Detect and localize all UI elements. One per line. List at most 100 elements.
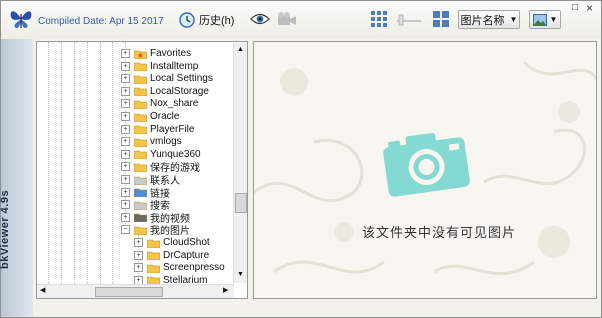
tree-item[interactable]: + PlayerFile <box>121 123 194 136</box>
sort-label: 图片名称 <box>460 14 505 27</box>
tree-vertical-scrollbar[interactable]: ▲ ▼ <box>233 43 247 283</box>
links-icon <box>134 188 147 198</box>
scroll-left-icon[interactable]: ◀ <box>40 286 45 294</box>
expand-icon[interactable]: + <box>121 200 130 210</box>
folder-icon <box>134 125 147 135</box>
tree-item[interactable]: + Favorites <box>121 47 191 60</box>
expand-icon[interactable]: + <box>121 212 130 222</box>
folder-tree[interactable]: + Favorites + Installtemp + Local Settings + Lo… <box>36 41 248 299</box>
camera-icon <box>383 132 470 197</box>
folder-icon <box>147 251 160 261</box>
tree-item[interactable]: − 我的图片 <box>121 223 190 237</box>
expand-icon[interactable]: + <box>121 187 130 197</box>
pictures-folder-icon <box>134 226 147 235</box>
expand-icon[interactable]: + <box>121 112 130 121</box>
view-mode-dropdown[interactable]: ▼ <box>529 10 561 29</box>
tree-item[interactable]: + Oracle <box>121 110 179 123</box>
tree-guide-line <box>87 42 88 286</box>
expand-icon[interactable]: + <box>121 74 130 84</box>
slideshow-eye-icon[interactable] <box>250 11 270 27</box>
saved-games-icon <box>134 163 147 172</box>
tree-item-label: CloudShot <box>163 237 210 248</box>
scroll-thumb[interactable] <box>95 287 163 297</box>
tree-item-label: DrCapture <box>163 249 210 261</box>
collapse-icon[interactable]: − <box>121 225 130 235</box>
tree-guide-line <box>112 42 113 286</box>
expand-icon[interactable]: + <box>134 238 143 247</box>
folder-icon <box>134 113 147 122</box>
sort-by-dropdown[interactable]: 图片名称 ▼ <box>458 10 520 29</box>
tree-item-label: Oracle <box>150 111 180 122</box>
favorites-folder-icon <box>134 50 147 59</box>
chevron-down-icon: ▼ <box>549 15 558 24</box>
contacts-icon <box>134 176 147 185</box>
chevron-down-icon: ▼ <box>509 15 518 24</box>
folder-icon <box>134 87 147 97</box>
compiled-date: Compiled Date: Apr 15 2017 <box>38 16 164 27</box>
tree-horizontal-scrollbar[interactable]: ◀ ▶ <box>37 284 234 298</box>
tree-guide-line <box>48 42 49 286</box>
video-camera-icon[interactable] <box>277 11 297 27</box>
folder-icon <box>134 62 147 72</box>
history-label: 历史(h) <box>199 15 235 27</box>
folder-icon <box>134 100 147 109</box>
tree-item-label: Installtemp <box>150 60 199 72</box>
folder-icon <box>134 138 147 147</box>
tree-guide-line <box>100 42 101 286</box>
expand-icon[interactable]: + <box>121 124 130 134</box>
version-sidebar: bkViewer 4.9s <box>0 39 33 317</box>
tree-item-label: Yunque360 <box>150 148 201 160</box>
expand-icon[interactable]: + <box>121 149 130 159</box>
tree-guide-line <box>74 42 75 286</box>
expand-icon[interactable]: + <box>134 250 143 260</box>
folder-icon <box>147 239 160 248</box>
tree-item[interactable]: + LocalStorage <box>121 85 209 98</box>
history-button[interactable]: 历史(h) <box>179 11 234 29</box>
scroll-down-icon[interactable]: ▼ <box>237 271 244 278</box>
tree-item[interactable]: + Nox_share <box>121 97 198 110</box>
folder-icon <box>134 150 147 160</box>
tree-item[interactable]: + Screenpresso <box>134 261 225 274</box>
tree-item-label: vmlogs <box>150 136 182 148</box>
folder-icon <box>147 264 160 273</box>
expand-icon[interactable]: + <box>134 263 143 273</box>
tree-item[interactable]: + CloudShot <box>134 236 210 249</box>
scroll-up-icon[interactable]: ▲ <box>237 46 244 53</box>
tree-item-label: Local Settings <box>150 73 213 85</box>
large-thumbnails-icon[interactable] <box>371 11 387 27</box>
close-button[interactable]: × <box>586 2 593 14</box>
clock-icon <box>179 12 195 28</box>
tree-item[interactable]: + Local Settings <box>121 72 213 85</box>
tree-item[interactable]: + vmlogs <box>121 135 182 148</box>
tree-item-label: Nox_share <box>150 98 199 110</box>
video-folder-icon <box>134 213 147 223</box>
tree-item-label: PlayerFile <box>150 123 195 135</box>
butterfly-logo-icon <box>10 11 32 28</box>
expand-icon[interactable]: + <box>121 137 130 147</box>
expand-icon[interactable]: + <box>121 99 130 109</box>
toolbar: Compiled Date: Apr 15 2017 历史(h) 图片名称 ▼ … <box>1 1 601 39</box>
thumbnail-size-slider[interactable] <box>397 11 421 27</box>
maximize-button[interactable]: □ <box>572 3 578 13</box>
expand-icon[interactable]: + <box>121 162 130 172</box>
grid-view-icon[interactable] <box>433 11 449 27</box>
search-folder-icon <box>134 201 147 210</box>
picture-icon <box>532 13 547 26</box>
app-window: Compiled Date: Apr 15 2017 历史(h) 图片名称 ▼ … <box>0 0 602 318</box>
tree-item-label: Screenpresso <box>163 262 225 274</box>
expand-icon[interactable]: + <box>121 49 130 58</box>
expand-icon[interactable]: + <box>121 86 130 96</box>
tree-item[interactable]: + DrCapture <box>134 249 209 262</box>
expand-icon[interactable]: + <box>121 61 130 71</box>
preview-pane[interactable]: 该文件夹中没有可见图片 <box>253 41 597 299</box>
tree-guide-line <box>61 42 62 286</box>
tree-item-label: LocalStorage <box>150 85 209 97</box>
scroll-right-icon[interactable]: ▶ <box>223 286 228 294</box>
tree-item-label: Favorites <box>150 48 192 59</box>
scroll-thumb[interactable] <box>235 193 247 213</box>
empty-folder-message: 该文件夹中没有可见图片 <box>362 226 517 241</box>
tree-item[interactable]: + Installtemp <box>121 60 198 73</box>
folder-icon <box>134 75 147 84</box>
expand-icon[interactable]: + <box>121 175 130 184</box>
version-label: bkViewer 4.9s <box>0 189 11 269</box>
